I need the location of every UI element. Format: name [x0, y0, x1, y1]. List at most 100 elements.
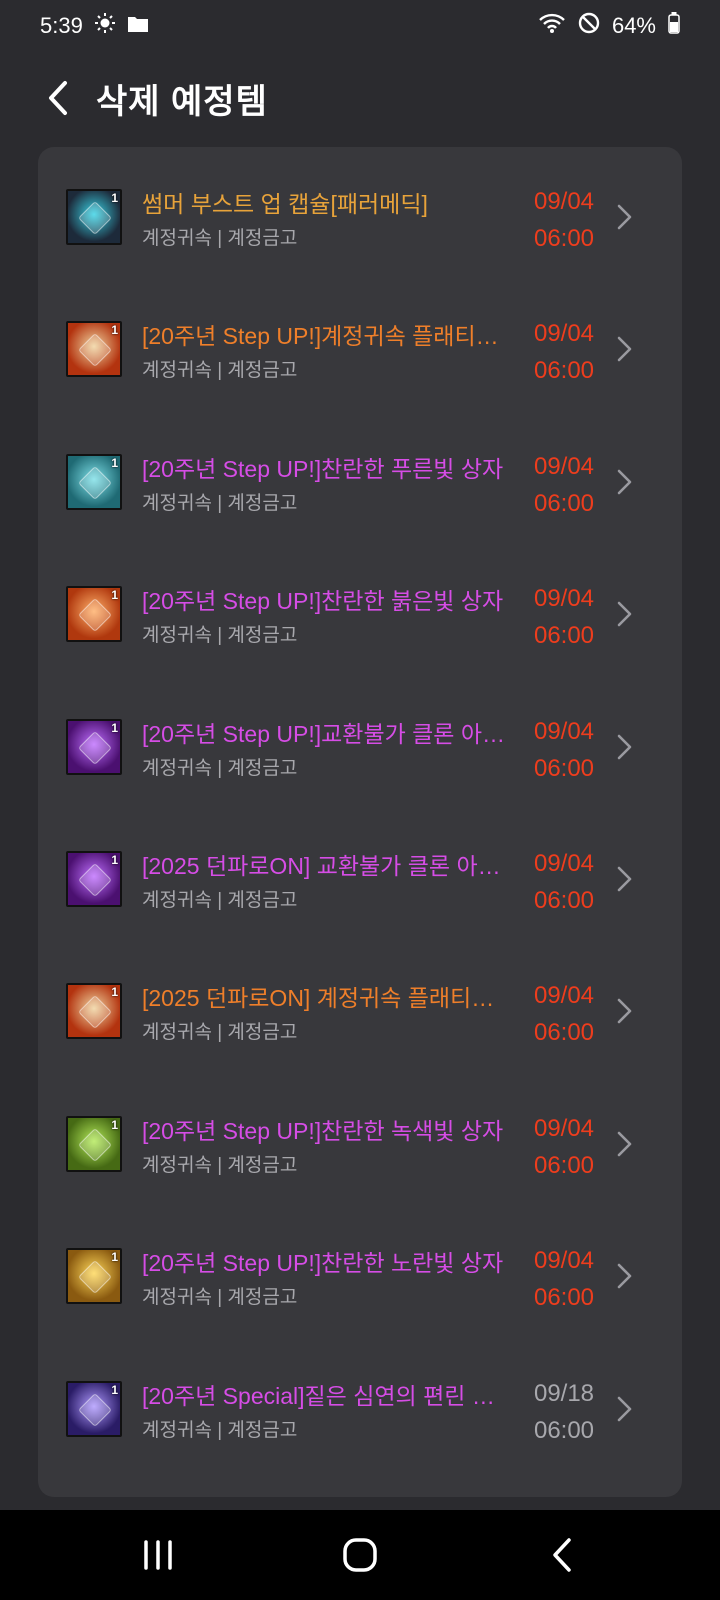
item-icon-detail — [78, 1392, 112, 1427]
expiry-time: 06:00 — [533, 1151, 595, 1179]
expiry-date: 09/04 — [533, 585, 595, 613]
status-bar: 5:39 64% — [0, 0, 720, 52]
navigation-bar — [0, 1510, 720, 1600]
list-item[interactable]: 1 [2025 던파로ON] 교환불가 클론 아바타 상자계정귀속 | 계정금고 0… — [38, 811, 682, 946]
item-count-badge: 1 — [111, 588, 118, 603]
recent-apps-button[interactable] — [128, 1532, 188, 1578]
item-count-badge: 1 — [111, 323, 118, 338]
item-name: [20주년 Step UP!]찬란한 푸른빛 상자 — [142, 455, 504, 482]
expiry-time: 06:00 — [533, 225, 595, 252]
expiry-date: 09/04 — [533, 850, 595, 877]
expiry-date: 09/04 — [533, 320, 595, 348]
expiry-time: 06:00 — [533, 887, 595, 914]
item-tags: 계정귀속 | 계정금고 — [142, 360, 298, 382]
list-item[interactable]: 1 [20주년 Special]짙은 심연의 편린 상자계정귀속 | 계정금고 09… — [38, 1341, 682, 1476]
green-box-icon: 1 — [66, 1115, 122, 1172]
chevron-right-icon — [617, 204, 632, 230]
home-icon — [343, 1538, 377, 1572]
item-tags: 계정귀속 | 계정금고 — [142, 890, 298, 911]
blue-box-icon: 1 — [66, 453, 122, 510]
battery-percent: 64% — [611, 13, 656, 38]
item-name: [20주년 Step UP!]계정귀속 플래티넘 엠블렘 상자 — [142, 323, 514, 350]
expiry-datetime: 09/04 06:00 — [504, 713, 624, 787]
item-tags: 계정귀속 | 계정금고 — [142, 1287, 298, 1309]
chevron-right-icon — [617, 1263, 632, 1289]
folder-icon — [127, 13, 149, 39]
item-icon-detail — [78, 995, 112, 1030]
system-back-button[interactable] — [532, 1532, 592, 1578]
chevron-right-icon — [617, 469, 632, 495]
status-right: 64% — [538, 12, 680, 40]
chevron-right-icon — [617, 866, 632, 892]
capsule-icon: 1 — [66, 189, 122, 245]
expiry-date: 09/04 — [533, 188, 595, 215]
item-list-card: 1 썸머 부스트 업 캡슐[패러메딕] 계정귀속 | 계정금고 09/04 06:00 1… — [38, 147, 682, 1497]
expiry-datetime: 09/04 06:00 — [504, 183, 624, 257]
expiry-time: 06:00 — [533, 622, 595, 650]
back-icon — [553, 1538, 571, 1572]
item-tags: 계정귀속 | 계정금고 — [142, 625, 298, 647]
header: 삭제 예정템 — [0, 60, 720, 136]
brightness-icon — [94, 13, 115, 39]
item-name: [20주년 Step UP!]찬란한 녹색빛 상자 — [142, 1117, 504, 1144]
item-count-badge: 1 — [111, 1382, 118, 1397]
list-item[interactable]: 1 썸머 부스트 업 캡슐[패러메딕] 계정귀속 | 계정금고 09/04 06:00 — [38, 149, 682, 284]
home-button[interactable] — [330, 1532, 390, 1578]
item-name: [2025 던파로ON] 계정귀속 플래티넘 엠블렘 상자 — [142, 985, 514, 1012]
item-name: [20주년 Step UP!]찬란한 노란빛 상자 — [142, 1250, 504, 1277]
item-count-badge: 1 — [111, 985, 118, 1000]
expiry-time: 06:00 — [533, 1284, 595, 1312]
expiry-datetime: 09/18 06:00 — [504, 1375, 624, 1449]
yellow-box-icon: 1 — [66, 1248, 122, 1305]
item-name: 썸머 부스트 업 캡슐[패러메딕] — [142, 191, 428, 217]
list-item[interactable]: 1 [20주년 Step UP!]찬란한 녹색빛 상자 계정귀속 | 계정금고 09/… — [38, 1076, 682, 1211]
treasure-box-icon: 1 — [66, 983, 122, 1040]
expiry-time: 06:00 — [533, 754, 595, 782]
item-icon-detail — [78, 1260, 112, 1295]
list-item[interactable]: 1 [20주년 Step UP!]계정귀속 플래티넘 엠블렘 상자계정귀속 | 계… — [38, 281, 682, 416]
expiry-datetime: 09/04 06:00 — [504, 1242, 624, 1316]
chevron-right-icon — [617, 1131, 632, 1157]
back-button[interactable] — [38, 78, 78, 118]
do-not-disturb-icon — [578, 12, 600, 40]
item-tags: 계정귀속 | 계정금고 — [142, 757, 298, 779]
list-item[interactable]: 1 [2025 던파로ON] 계정귀속 플래티넘 엠블렘 상자계정귀속 | 계정금… — [38, 943, 682, 1078]
item-name: [20주년 Special]짙은 심연의 편린 상자 — [142, 1382, 514, 1409]
item-count-badge: 1 — [111, 191, 118, 205]
item-icon-detail — [78, 201, 112, 235]
chevron-right-icon — [617, 601, 632, 627]
recent-apps-icon — [144, 1540, 172, 1570]
list-item[interactable]: 1 [20주년 Step UP!]교환불가 클론 아바타 상자계정귀속 | 계정금… — [38, 679, 682, 814]
item-tags: 계정귀속 | 계정금고 — [142, 228, 298, 249]
status-left: 5:39 — [40, 13, 149, 39]
chevron-left-icon — [49, 81, 67, 115]
item-tags: 계정귀속 | 계정금고 — [142, 1419, 298, 1441]
list-item[interactable]: 1 [20주년 Step UP!]찬란한 붉은빛 상자계정귀속 | 계정금고 09/… — [38, 546, 682, 681]
expiry-date: 09/04 — [533, 717, 595, 745]
item-name: [20주년 Step UP!]찬란한 붉은빛 상자 — [142, 588, 504, 615]
expiry-date: 09/18 — [533, 1379, 595, 1407]
expiry-datetime: 09/04 06:00 — [504, 315, 624, 389]
item-tags: 계정귀속 | 계정금고 — [142, 1154, 298, 1176]
expiry-datetime: 09/04 06:00 — [504, 977, 624, 1051]
avatar-outfit-icon: 1 — [66, 718, 122, 775]
battery-icon — [668, 12, 680, 40]
expiry-datetime: 09/04 06:00 — [504, 580, 624, 654]
item-icon-detail — [78, 598, 112, 633]
expiry-datetime: 09/04 06:00 — [504, 845, 624, 919]
item-icon-detail — [78, 333, 112, 368]
item-count-badge: 1 — [111, 1117, 118, 1132]
item-icon-detail — [78, 1127, 112, 1162]
item-icon-detail — [78, 730, 112, 765]
item-icon-detail — [78, 465, 112, 500]
list-item[interactable]: 1 [20주년 Step UP!]찬란한 푸른빛 상자계정귀속 | 계정금고 09/… — [38, 414, 682, 549]
list-item[interactable]: 1 [20주년 Step UP!]찬란한 노란빛 상자계정귀속 | 계정금고 09/… — [38, 1208, 682, 1343]
item-tags: 계정귀속 | 계정금고 — [142, 1022, 298, 1044]
item-tags: 계정귀속 | 계정금고 — [142, 492, 298, 514]
item-count-badge: 1 — [111, 853, 118, 867]
expiry-datetime: 09/04 06:00 — [504, 448, 624, 522]
treasure-box-icon: 1 — [66, 321, 122, 378]
abyss-box-icon: 1 — [66, 1380, 122, 1437]
chevron-right-icon — [617, 1396, 632, 1421]
expiry-time: 06:00 — [533, 489, 595, 517]
